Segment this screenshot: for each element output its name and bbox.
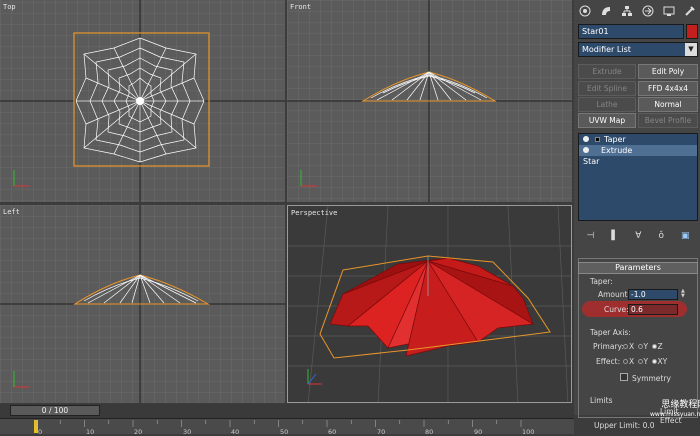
panel-tabs xyxy=(574,0,700,22)
left-grid xyxy=(0,205,285,403)
modify-icon[interactable] xyxy=(599,4,613,18)
stack-toolbar: ⊣ ▌ ∀ ǒ ▣ xyxy=(578,228,698,244)
hierarchy-icon[interactable] xyxy=(620,4,634,18)
symmetry-label: Symmetry xyxy=(632,374,671,383)
edit-spline-button[interactable]: Edit Spline xyxy=(578,81,636,96)
display-icon[interactable] xyxy=(662,4,676,18)
effect-label: Effect: xyxy=(596,357,621,366)
tick-label: 0 xyxy=(38,428,43,436)
modifier-stack[interactable]: Taper Extrude Star xyxy=(578,133,698,221)
viewport-label-top: Top xyxy=(3,3,16,11)
tick-label: 90 xyxy=(474,428,483,436)
stack-item-extrude[interactable]: Extrude xyxy=(579,145,697,156)
tick-label: 20 xyxy=(134,428,143,436)
taper-group-label: Taper: xyxy=(590,277,613,286)
lathe-button[interactable]: Lathe xyxy=(578,97,636,112)
motion-icon[interactable] xyxy=(641,4,655,18)
parameters-rollout-title[interactable]: Parameters xyxy=(578,262,698,274)
uvw-map-button[interactable]: UVW Map xyxy=(578,113,636,128)
create-icon[interactable] xyxy=(578,4,592,18)
modifier-list-label: Modifier List xyxy=(582,45,631,54)
modifier-list-dropdown[interactable]: Modifier List ▼ xyxy=(578,42,698,57)
amount-spinner-icon[interactable]: ▲ ▼ xyxy=(681,289,687,300)
tick-label: 40 xyxy=(231,428,240,436)
object-color-swatch[interactable] xyxy=(686,24,698,39)
normal-button[interactable]: Normal xyxy=(638,97,698,112)
radio-icon[interactable] xyxy=(651,344,657,349)
tick-label: 50 xyxy=(280,428,289,436)
umbrella-shaded xyxy=(329,257,535,357)
stack-item-star[interactable]: Star xyxy=(579,156,697,167)
stack-item-taper[interactable]: Taper xyxy=(579,134,697,145)
viewport-label-front: Front xyxy=(290,3,312,11)
time-slider[interactable]: 0 / 100 xyxy=(10,405,100,416)
amount-field[interactable]: -1.0 xyxy=(628,289,678,300)
symmetry-checkbox[interactable] xyxy=(620,373,628,381)
primary-radio-group[interactable]: X Y Z xyxy=(622,342,663,351)
pin-stack-icon[interactable]: ⊣ xyxy=(587,231,595,241)
utilities-icon[interactable] xyxy=(683,4,697,18)
lightbulb-icon[interactable] xyxy=(583,136,589,142)
bevel-profile-button[interactable]: Bevel Profile xyxy=(638,113,698,128)
viewport-label-perspective: Perspective xyxy=(291,209,338,217)
edit-poly-button[interactable]: Edit Poly xyxy=(638,64,698,79)
perspective-grid xyxy=(288,206,571,402)
radio-icon[interactable] xyxy=(637,359,643,364)
viewport-front[interactable]: Front xyxy=(287,0,572,202)
front-grid xyxy=(287,0,572,202)
curve-field[interactable]: 0.6 xyxy=(628,304,678,315)
ffd-button[interactable]: FFD 4x4x4 xyxy=(638,81,698,96)
limits-label: Limits xyxy=(590,396,613,405)
radio-icon[interactable] xyxy=(623,344,628,349)
radio-icon[interactable] xyxy=(651,359,657,364)
primary-label: Primary: xyxy=(593,342,624,351)
watermark-line1: 思缘教程网 xyxy=(661,400,700,410)
radio-icon[interactable] xyxy=(637,344,643,349)
object-name-field[interactable]: Star01 xyxy=(578,24,684,39)
viewport-label-left: Left xyxy=(3,208,20,216)
curve-label: Curve: xyxy=(604,305,629,314)
chevron-down-icon[interactable]: ▼ xyxy=(685,43,697,56)
tick-label: 70 xyxy=(377,428,386,436)
upper-limit-label: Upper Limit: 0.0 xyxy=(594,421,655,430)
amount-label: Amount: xyxy=(598,290,630,299)
show-end-result-icon[interactable]: ▌ xyxy=(611,231,618,241)
watermark: 思缘教程网 www.missyuan.net xyxy=(650,400,700,420)
top-grid xyxy=(0,0,285,202)
effect-radio-group[interactable]: X Y XY xyxy=(622,357,667,366)
tick-label: 80 xyxy=(425,428,434,436)
viewport-left[interactable]: Left xyxy=(0,205,285,403)
viewport-top[interactable]: Top xyxy=(0,0,285,202)
expand-icon[interactable] xyxy=(595,137,600,142)
radio-icon[interactable] xyxy=(623,359,628,364)
tick-label: 30 xyxy=(183,428,192,436)
lightbulb-icon[interactable] xyxy=(583,147,589,153)
tick-label: 100 xyxy=(522,428,535,436)
watermark-line2: www.missyuan.net xyxy=(650,411,700,418)
tick-label: 10 xyxy=(86,428,95,436)
viewport-perspective[interactable]: Perspective xyxy=(287,205,572,403)
configure-sets-icon[interactable]: ▣ xyxy=(681,231,690,241)
make-unique-icon[interactable]: ∀ xyxy=(635,231,641,241)
extrude-button[interactable]: Extrude xyxy=(578,64,636,79)
taper-axis-label: Taper Axis: xyxy=(590,328,631,337)
command-panel: Star01 Modifier List ▼ Extrude Edit Poly… xyxy=(574,0,700,418)
remove-modifier-icon[interactable]: ǒ xyxy=(658,231,664,241)
tick-label: 60 xyxy=(328,428,337,436)
track-bar[interactable]: 0 10 20 30 40 50 60 70 80 90 100 xyxy=(0,418,574,436)
